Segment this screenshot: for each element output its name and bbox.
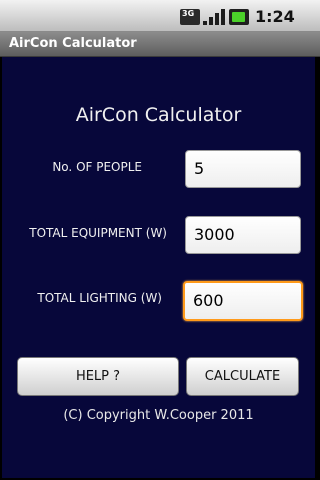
lighting-input[interactable]: 600 xyxy=(183,281,303,321)
status-bar: 3G 1:24 pm xyxy=(0,0,320,45)
lighting-label: TOTAL LIGHTING (W) xyxy=(37,291,162,305)
copyright-text: (C) Copyright W.Cooper 2011 xyxy=(63,408,254,423)
battery-charging-icon xyxy=(229,9,249,25)
app-title: AirCon Calculator xyxy=(9,36,137,51)
equipment-label: TOTAL EQUIPMENT (W) xyxy=(29,226,167,240)
people-label: No. OF PEOPLE xyxy=(52,160,142,174)
help-button[interactable]: HELP ? xyxy=(17,357,179,396)
network-badge: 3G xyxy=(182,9,195,18)
signal-strength-icon xyxy=(203,9,225,25)
screen-edge xyxy=(315,57,320,480)
network-3g-icon: 3G xyxy=(180,9,200,25)
equipment-input[interactable]: 3000 xyxy=(185,216,301,254)
calculate-button[interactable]: CALCULATE xyxy=(186,357,299,396)
form-heading: AirCon Calculator xyxy=(75,104,242,126)
people-input[interactable]: 5 xyxy=(185,150,301,188)
app-title-bar: AirCon Calculator xyxy=(0,32,320,57)
calculator-form: AirCon Calculator No. OF PEOPLE 5 TOTAL … xyxy=(2,57,315,478)
